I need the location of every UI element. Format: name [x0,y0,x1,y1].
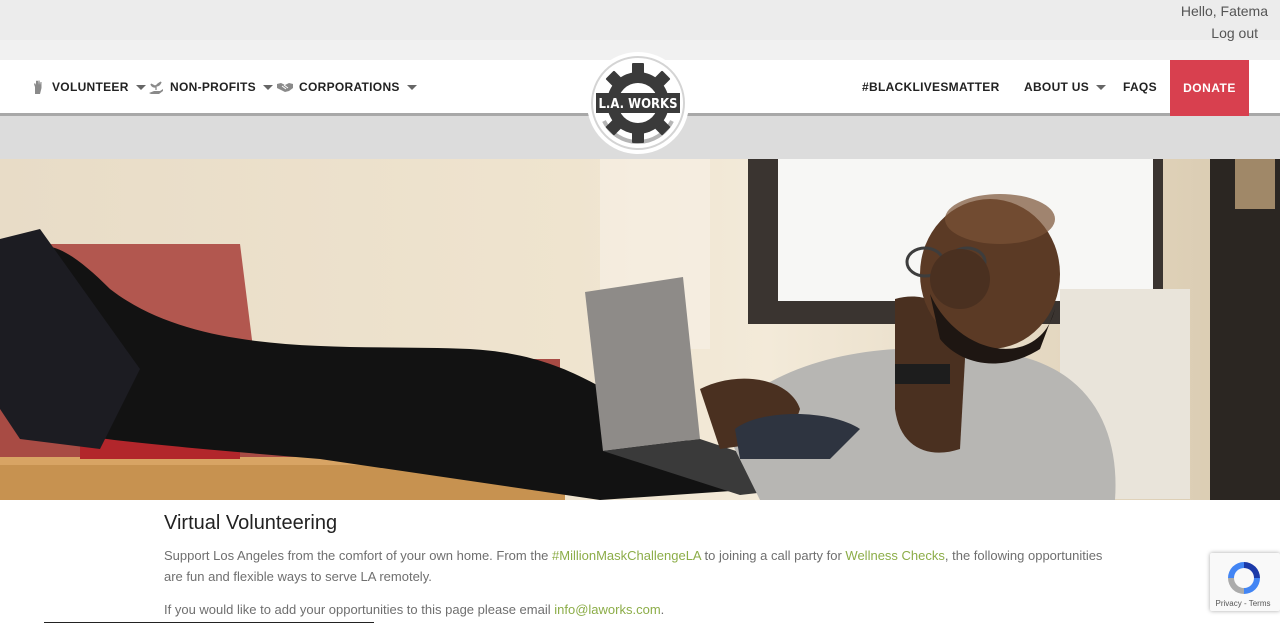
nav-corporations[interactable]: CORPORATIONS [277,60,417,114]
sprout-hand-icon [149,81,163,94]
email-end: . [660,602,665,617]
million-mask-challenge-link[interactable]: #MillionMaskChallengeLA [552,548,701,563]
handshake-icon [277,83,293,92]
logout-link[interactable]: Log out [1211,25,1258,41]
user-greeting: Hello, Fatema [1180,3,1268,19]
nav-non-profits[interactable]: NON-PROFITS [148,60,273,114]
nav-volunteer[interactable]: VOLUNTEER [30,60,146,114]
site-logo[interactable]: L.A. WORKS [587,52,689,154]
page-title: Virtual Volunteering [164,512,338,534]
email-link[interactable]: info@laworks.com [554,602,660,617]
intro-paragraph: Support Los Angeles from the comfort of … [164,545,1104,587]
nav-blm-label: #BLACKLIVESMATTER [862,80,1000,94]
recaptcha-legal[interactable]: Privacy - Terms [1210,599,1276,608]
user-strip [0,0,1280,60]
nav-black-lives-matter[interactable]: #BLACKLIVESMATTER [862,60,1000,114]
nav-non-profits-label: NON-PROFITS [170,80,256,94]
chevron-down-icon [1096,84,1107,90]
recaptcha-badge[interactable]: Privacy - Terms [1210,553,1280,611]
gear-logo-icon: L.A. WORKS [591,56,685,150]
raised-hand-icon [34,80,42,94]
donate-button[interactable]: DONATE [1170,60,1249,116]
wellness-checks-link[interactable]: Wellness Checks [845,548,944,563]
intro-text-2: to joining a call party for [700,548,846,563]
email-paragraph: If you would like to add your opportunit… [164,602,664,617]
nav-about-us-label: ABOUT US [1024,80,1090,94]
chevron-down-icon [406,84,417,90]
nav-faqs[interactable]: FAQS [1123,60,1157,114]
logo-text: L.A. WORKS [598,97,677,112]
nav-corporations-label: CORPORATIONS [299,80,400,94]
user-strip-band [0,0,1280,40]
nav-faqs-label: FAQS [1123,80,1157,94]
recaptcha-icon [1228,562,1260,594]
chevron-down-icon [135,84,146,90]
intro-text-1: Support Los Angeles from the comfort of … [164,548,553,563]
bottom-divider [44,622,374,623]
nav-about-us[interactable]: ABOUT US [1024,60,1107,114]
hero-image [0,159,1280,500]
email-text: If you would like to add your opportunit… [164,602,555,617]
nav-volunteer-label: VOLUNTEER [52,80,129,94]
chevron-down-icon [262,84,273,90]
